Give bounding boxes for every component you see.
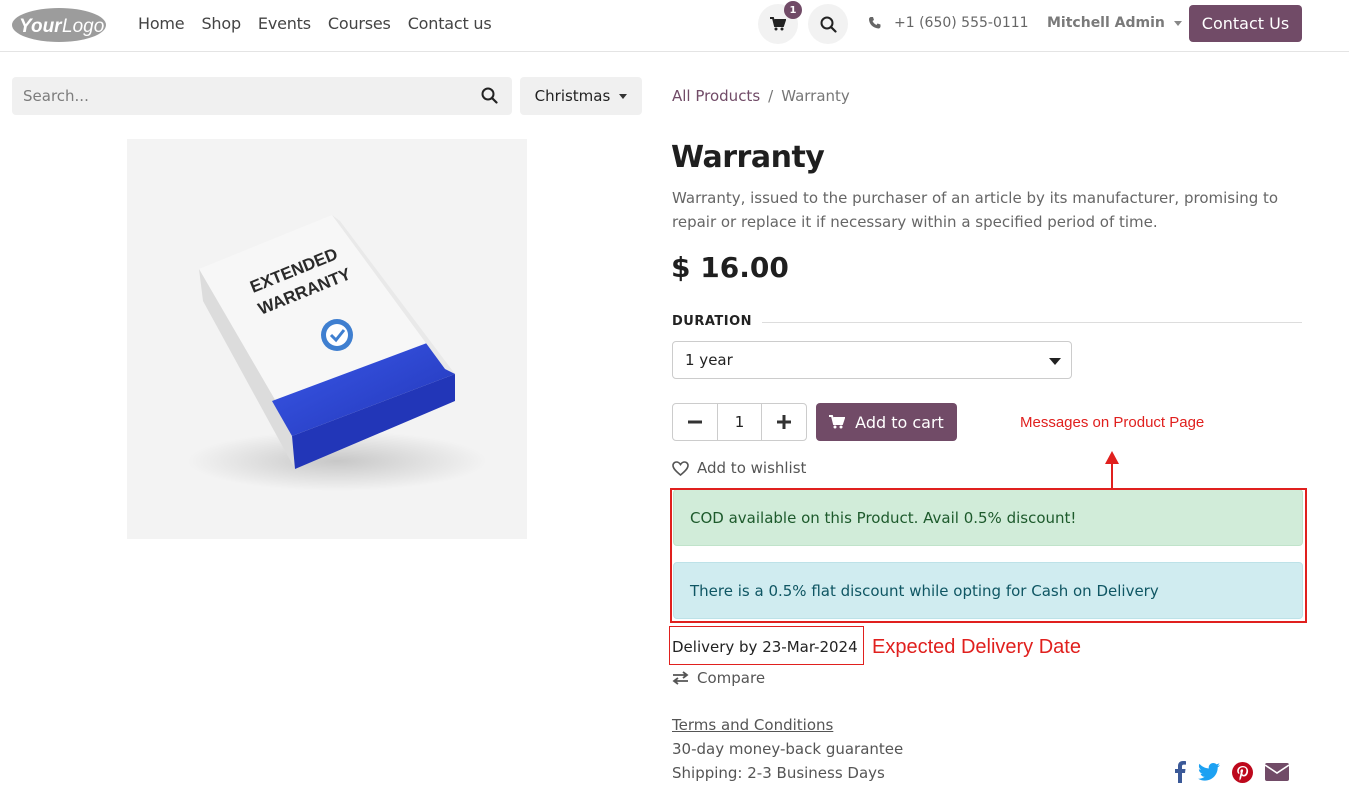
dropdown-arrow-icon — [1049, 358, 1061, 365]
pricelist-dropdown[interactable]: Christmas — [520, 77, 642, 115]
nav-shop[interactable]: Shop — [201, 14, 241, 33]
contact-us-button[interactable]: Contact Us — [1189, 5, 1302, 42]
attribute-divider — [762, 322, 1302, 323]
header-search-button[interactable] — [808, 4, 848, 44]
chevron-down-icon — [1173, 20, 1182, 26]
shipping-text: Shipping: 2-3 Business Days — [672, 764, 885, 782]
twitter-icon[interactable] — [1198, 763, 1220, 781]
search-submit-button[interactable] — [481, 87, 498, 108]
duration-selected-value: 1 year — [685, 351, 733, 369]
add-to-cart-button[interactable]: Add to cart — [816, 403, 957, 441]
user-menu[interactable]: Mitchell Admin — [1047, 15, 1182, 31]
quantity-input[interactable]: 1 — [717, 404, 762, 440]
quantity-minus-button[interactable] — [673, 404, 717, 440]
warranty-box-illustration: EXTENDED WARRANTY — [187, 215, 487, 491]
plus-icon — [776, 415, 791, 429]
heart-icon — [672, 460, 689, 476]
add-to-cart-label: Add to cart — [855, 412, 944, 432]
add-to-wishlist-link[interactable]: Add to wishlist — [672, 459, 806, 477]
nav-contact-us[interactable]: Contact us — [408, 14, 492, 33]
product-title: Warranty — [671, 140, 825, 175]
user-name: Mitchell Admin — [1047, 15, 1165, 31]
nav-home[interactable]: Home — [138, 14, 185, 33]
phone-link[interactable]: +1 (650) 555-0111 — [868, 15, 1029, 31]
duration-select[interactable]: 1 year — [672, 341, 1072, 379]
cart-icon — [829, 415, 846, 429]
compare-label: Compare — [697, 669, 766, 687]
site-header: Your Logo Home Shop Events Courses Conta… — [0, 0, 1349, 52]
nav-courses[interactable]: Courses — [328, 14, 391, 33]
cart-button[interactable]: 1 — [758, 1, 802, 44]
svg-text:Logo: Logo — [62, 16, 104, 37]
phone-number: +1 (650) 555-0111 — [894, 15, 1029, 31]
search-input[interactable] — [12, 77, 462, 115]
breadcrumb-all-products[interactable]: All Products — [672, 87, 760, 105]
expected-delivery-date: Delivery by 23-Mar-2024 — [672, 638, 858, 656]
annotation-messages-label: Messages on Product Page — [1020, 414, 1205, 431]
quantity-plus-button[interactable] — [762, 404, 806, 440]
terms-link[interactable]: Terms and Conditions — [672, 716, 833, 734]
attribute-label: DURATION — [672, 314, 753, 329]
breadcrumb-separator: / — [768, 87, 774, 105]
pinterest-icon[interactable] — [1232, 761, 1253, 783]
product-description: Warranty, issued to the purchaser of an … — [672, 189, 1279, 231]
wishlist-label: Add to wishlist — [697, 459, 807, 477]
main-nav: Home Shop Events Courses Contact us — [138, 14, 509, 33]
svg-text:Your: Your — [19, 16, 63, 37]
facebook-icon[interactable] — [1174, 761, 1186, 783]
phone-icon — [869, 17, 881, 29]
social-share — [1174, 761, 1289, 783]
envelope-icon[interactable] — [1265, 763, 1289, 781]
annotation-delivery-label: Expected Delivery Date — [872, 636, 1081, 658]
quantity-stepper: 1 — [672, 403, 807, 441]
search-icon — [481, 87, 498, 104]
minus-icon — [688, 420, 703, 424]
compare-icon — [672, 671, 689, 685]
search-icon — [820, 16, 837, 33]
cart-icon — [770, 17, 786, 31]
nav-events[interactable]: Events — [258, 14, 311, 33]
pricelist-label: Christmas — [534, 87, 611, 105]
chevron-down-icon — [619, 93, 628, 99]
product-image: EXTENDED WARRANTY — [127, 139, 527, 539]
guarantee-text: 30-day money-back guarantee — [672, 740, 904, 758]
breadcrumb: All Products / Warranty — [672, 87, 850, 105]
compare-link[interactable]: Compare — [672, 669, 765, 687]
annotation-messages-frame — [670, 488, 1307, 623]
breadcrumb-current: Warranty — [781, 87, 850, 105]
logo[interactable]: Your Logo — [11, 6, 107, 44]
cart-count-badge: 1 — [784, 1, 802, 19]
product-search — [12, 77, 512, 115]
product-price: $ 16.00 — [671, 251, 789, 284]
